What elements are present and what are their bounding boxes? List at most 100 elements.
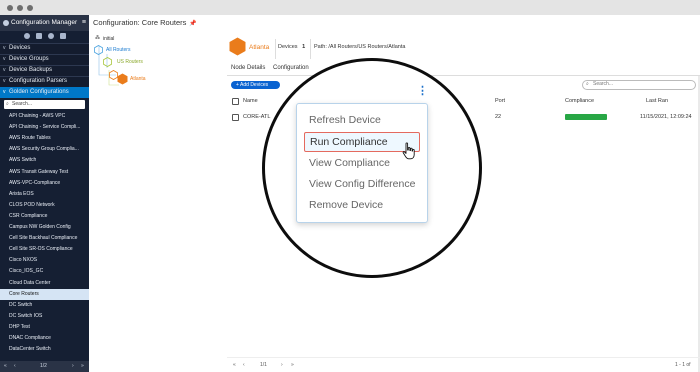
column-header-port[interactable]: Port [495, 98, 505, 104]
kebab-menu-icon[interactable]: ⋮ [417, 84, 428, 97]
tree-node-us-routers[interactable]: US Routers [117, 59, 143, 65]
sidebar-section-configuration-parsers[interactable]: v Configuration Parsers [0, 76, 89, 87]
sidebar-item-golden-config[interactable]: Campus NW Golden Config [0, 222, 89, 233]
maximize-window-button[interactable] [27, 5, 33, 11]
select-all-checkbox[interactable] [232, 98, 239, 105]
sidebar-item-golden-config[interactable]: DHP Test [0, 322, 89, 333]
sidebar-item-golden-config[interactable]: Cisco_IOS_GC [0, 266, 89, 277]
sidebar-item-label: AWS Security Group Complia... [9, 146, 79, 153]
sidebar-item-label: API Chaining - Service Compli... [9, 124, 81, 131]
pager-first-button[interactable]: « [233, 362, 236, 368]
breadcrumb-text: Configuration: Core Routers [93, 18, 187, 27]
hexagon-orange-filled-icon [117, 73, 128, 85]
column-header-name[interactable]: Name [243, 98, 258, 104]
sidebar-item-golden-config[interactable]: API Chaining - AWS VPC [0, 111, 89, 122]
pager-prev-button[interactable]: ‹ [14, 363, 16, 369]
tab-configuration[interactable]: Configuration [273, 65, 309, 71]
sidebar-item-golden-config[interactable]: DNAC Compliance [0, 333, 89, 344]
add-devices-button[interactable]: + Add Devices [231, 81, 280, 89]
sidebar-item-golden-config[interactable]: DC Switch [0, 300, 89, 311]
tab-node-details[interactable]: Node Details [231, 65, 265, 71]
sidebar-section-label: Devices [9, 45, 31, 51]
sidebar-toolbar [0, 31, 89, 43]
hexagon-lime-icon [103, 57, 112, 67]
search-placeholder: Search... [593, 81, 614, 87]
pager-next-button[interactable]: › [72, 363, 74, 369]
sidebar-item-golden-config[interactable]: AWS Switch [0, 155, 89, 166]
sidebar-section-label: Configuration Parsers [9, 78, 68, 84]
app-title: Configuration Manager [11, 19, 78, 26]
search-icon[interactable] [48, 33, 54, 39]
pin-icon[interactable]: 📌 [189, 21, 196, 27]
sidebar-item-golden-config[interactable]: AWS Route Tables [0, 133, 89, 144]
pager-last-button[interactable]: » [291, 362, 294, 368]
sidebar-item-golden-config[interactable]: DataCenter Switch [0, 344, 89, 355]
sidebar-item-golden-config[interactable]: Cloud Data Center [0, 278, 89, 289]
tree-node-atlanta[interactable]: Atlanta [130, 76, 146, 82]
device-header: Atlanta Devices 1 Path: /All Routers/US … [227, 33, 700, 63]
column-header-compliance[interactable]: Compliance [565, 98, 594, 104]
sidebar-item-label: AWS Switch [9, 157, 37, 164]
sidebar-item-label: DNAC Compliance [9, 335, 51, 341]
row-checkbox[interactable] [232, 114, 239, 121]
sidebar-item-label: Cisco NXOS [9, 257, 38, 264]
sidebar-section-device-groups[interactable]: v Device Groups [0, 54, 89, 65]
sidebar-section-golden-configurations[interactable]: v Golden Configurations [0, 87, 89, 98]
cell-name[interactable]: CORE-ATL [243, 114, 270, 120]
sidebar-item-golden-config[interactable]: AWS Security Group Complia... [0, 144, 89, 155]
close-window-button[interactable] [7, 5, 13, 11]
minimize-window-button[interactable] [17, 5, 23, 11]
tree-node-root[interactable]: initial [103, 36, 114, 42]
sidebar-item-label: DHP Test [9, 323, 30, 330]
sidebar-item-golden-config[interactable]: AWS-VPC-Compliance [0, 178, 89, 189]
pager-prev-button[interactable]: ‹ [243, 362, 245, 368]
sidebar-item-golden-config[interactable]: Cisco NXOS [0, 255, 89, 266]
sidebar-header: Configuration Manager ≡ [0, 15, 89, 31]
menu-item-remove-device[interactable]: Remove Device [297, 196, 427, 214]
chevron-down-icon: v [3, 56, 6, 62]
home-icon[interactable] [36, 33, 42, 39]
sidebar-search-input[interactable]: ⌕ Search... [4, 100, 85, 109]
pager-first-button[interactable]: « [4, 363, 7, 369]
sidebar-item-label: AWS Route Tables [9, 135, 51, 142]
sidebar-item-label: Cisco_IOS_GC [9, 268, 44, 275]
pager-last-button[interactable]: » [81, 363, 84, 369]
table-pager: « ‹ 1/1 › » 1 - 1 of [227, 357, 700, 372]
sidebar-item-golden-config[interactable]: CLOS POD Network [0, 200, 89, 211]
pager-next-button[interactable]: › [281, 362, 283, 368]
cell-last-ran: 11/15/2021, 12:09:24 [640, 114, 692, 120]
sidebar-item-golden-config[interactable]: Core Routers [0, 288, 89, 300]
hamburger-menu-icon[interactable]: ≡ [82, 19, 86, 26]
sidebar-item-golden-config[interactable]: AWS Transit Gateway Test [0, 167, 89, 178]
file-icon[interactable] [60, 33, 66, 39]
sidebar-item-golden-config[interactable]: CSR Compliance [0, 211, 89, 222]
page-title: Configuration: Core Routers 📌 [93, 18, 197, 27]
sidebar-section-devices[interactable]: v Devices [0, 43, 89, 54]
sidebar-pager: « ‹ 1/2 › » [0, 361, 89, 372]
sidebar-item-golden-config[interactable]: Cell Site Backhaul Compliance [0, 233, 89, 244]
table-search-input[interactable]: ⌕ Search... [582, 80, 696, 90]
tree-node-all-routers[interactable]: All Routers [106, 47, 130, 53]
sidebar-item-golden-config[interactable]: Arista EOS [0, 189, 89, 200]
sidebar-item-label: DataCenter Switch [9, 346, 51, 353]
search-icon: ⌕ [586, 81, 589, 87]
menu-item-refresh-device[interactable]: Refresh Device [297, 111, 427, 129]
sidebar-item-label: AWS-VPC-Compliance [9, 179, 61, 186]
column-header-last-ran[interactable]: Last Ran [646, 98, 668, 104]
sidebar-item-label: DC Switch IOS [9, 312, 43, 319]
menu-item-view-config-difference[interactable]: View Config Difference [297, 175, 427, 193]
sidebar-item-label: CLOS POD Network [9, 201, 55, 208]
hexagon-blue-icon [94, 45, 103, 55]
sidebar-item-golden-config[interactable]: DC Switch IOS [0, 311, 89, 322]
sidebar-item-label: Core Routers [9, 290, 39, 297]
settings-icon[interactable] [24, 33, 30, 39]
pager-page: 1/1 [260, 362, 267, 368]
sidebar-item-golden-config[interactable]: API Chaining - Service Compli... [0, 122, 89, 133]
device-context-menu: Refresh Device Run Compliance View Compl… [296, 103, 428, 223]
app-window: Configuration Manager ≡ v Devices v Devi… [0, 0, 700, 372]
device-path: Path: /All Routers/US Routers/Atlanta [314, 44, 406, 50]
divider [275, 39, 276, 59]
sidebar-section-device-backups[interactable]: v Device Backups [0, 65, 89, 76]
sidebar-item-golden-config[interactable]: Cell Site SR-OS Compliance [0, 244, 89, 255]
search-placeholder: Search... [12, 101, 33, 107]
